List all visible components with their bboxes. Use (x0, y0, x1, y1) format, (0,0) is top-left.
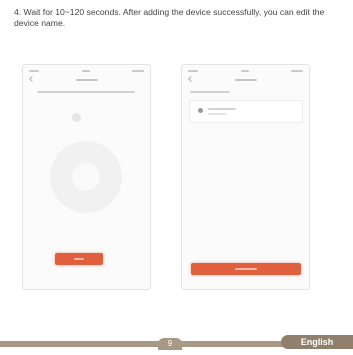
device-card[interactable] (189, 100, 303, 123)
phone-screenshot-device-added (181, 64, 310, 290)
section-label (190, 91, 230, 93)
status-bar (29, 69, 144, 73)
nav-bar (28, 76, 145, 83)
step-instruction: 4. Wait for 10~120 seconds. After adding… (14, 7, 325, 28)
device-icon (198, 108, 203, 113)
nav-bar (187, 76, 304, 83)
back-arrow-icon (188, 76, 194, 82)
footer-bar (0, 341, 292, 347)
done-button[interactable] (55, 253, 103, 265)
device-name (208, 108, 236, 110)
page-number: 9 (158, 338, 182, 350)
search-radar-graphic (50, 141, 122, 213)
back-arrow-icon (29, 76, 35, 82)
device-status (208, 113, 226, 115)
language-label: English (281, 335, 353, 349)
nav-title (234, 78, 257, 81)
status-message (37, 91, 135, 93)
done-button[interactable] (191, 263, 301, 275)
nav-title (75, 78, 98, 81)
status-bar (188, 69, 303, 73)
phone-screenshot-searching (22, 64, 151, 290)
device-icon (72, 113, 81, 122)
